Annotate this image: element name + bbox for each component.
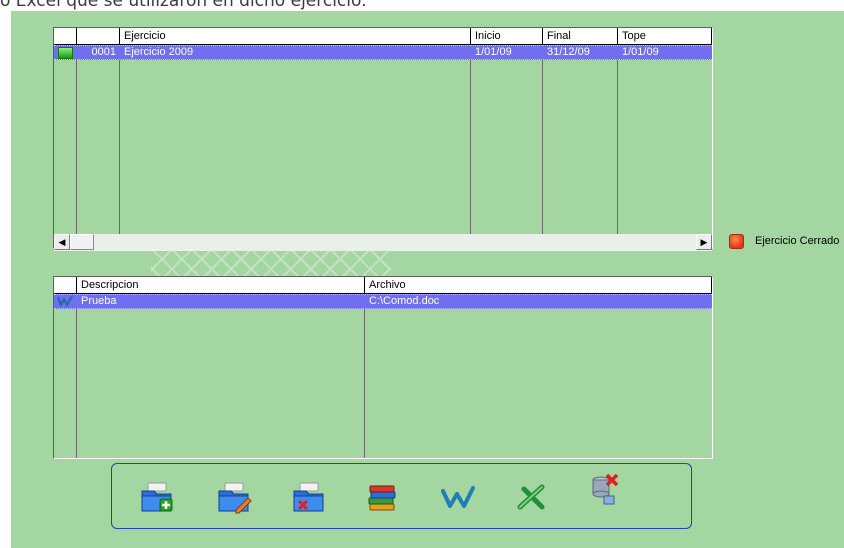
column-divider xyxy=(76,45,77,235)
status-open-icon xyxy=(56,46,74,60)
app-panel: Ejercicio Inicio Final Tope 0001 Ejercic… xyxy=(11,11,844,548)
header-inicio[interactable]: Inicio xyxy=(471,28,543,45)
edit-folder-icon[interactable] xyxy=(216,479,252,515)
scroll-left-icon[interactable]: ◀ xyxy=(54,234,70,250)
word-icon xyxy=(57,295,75,309)
delete-database-icon[interactable] xyxy=(587,472,623,508)
cell-archivo: C:\Comod.doc xyxy=(369,295,440,307)
cell-tope: 1/01/09 xyxy=(622,46,659,58)
cell-codigo: 0001 xyxy=(91,46,116,58)
excel-icon[interactable] xyxy=(514,479,550,515)
table-row[interactable]: 0001 Ejercicio 2009 1/01/09 31/12/09 1/0… xyxy=(54,45,712,60)
cell-final: 31/12/09 xyxy=(547,46,590,58)
ejercicios-grid-header: Ejercicio Inicio Final Tope xyxy=(54,28,712,45)
column-divider xyxy=(617,45,618,235)
word-icon[interactable] xyxy=(440,479,476,515)
header-archivo[interactable]: Archivo xyxy=(365,277,712,294)
delete-folder-icon[interactable] xyxy=(291,479,327,515)
closed-status-swatch xyxy=(729,234,744,249)
header-indicator xyxy=(54,277,77,294)
column-divider xyxy=(76,294,77,458)
column-divider xyxy=(470,45,471,235)
horizontal-scrollbar[interactable]: ◀ ▶ xyxy=(54,234,712,251)
cell-ejercicio: Ejercicio 2009 xyxy=(124,46,194,58)
header-final[interactable]: Final xyxy=(543,28,618,45)
legend-label: Ejercicio Cerrado xyxy=(755,235,840,247)
documentos-grid-header: Descripcion Archivo xyxy=(54,277,712,294)
table-row[interactable]: Prueba C:\Comod.doc xyxy=(54,294,712,309)
column-divider xyxy=(364,294,365,458)
cell-descripcion: Prueba xyxy=(81,295,117,307)
cell-inicio: 1/01/09 xyxy=(475,46,512,58)
scroll-thumb[interactable] xyxy=(70,234,94,250)
scroll-right-icon[interactable]: ▶ xyxy=(696,234,712,250)
page-caption: o Excel que se utilizaron en dicho ejerc… xyxy=(0,0,367,11)
books-icon[interactable] xyxy=(364,479,400,515)
add-folder-icon[interactable] xyxy=(139,479,175,515)
documentos-grid[interactable]: Descripcion Archivo Prueba C:\Comod.doc xyxy=(53,276,713,459)
header-ejercicio[interactable]: Ejercicio xyxy=(120,28,471,45)
ejercicios-grid[interactable]: Ejercicio Inicio Final Tope 0001 Ejercic… xyxy=(53,27,713,251)
column-divider xyxy=(119,45,120,235)
column-divider xyxy=(542,45,543,235)
header-tope[interactable]: Tope xyxy=(618,28,712,45)
action-toolbar xyxy=(111,463,692,529)
header-codigo[interactable] xyxy=(77,28,120,45)
header-indicator xyxy=(54,28,77,45)
header-descripcion[interactable]: Descripcion xyxy=(77,277,365,294)
